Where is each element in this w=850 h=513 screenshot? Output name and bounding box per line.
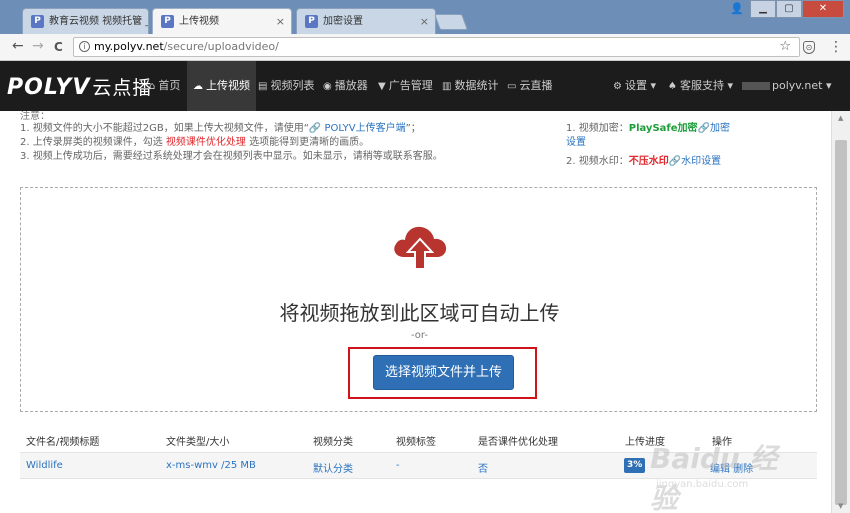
row-category[interactable]: 默认分类 <box>313 460 353 475</box>
url-host: my.polyv.net <box>94 40 164 53</box>
scroll-down-arrow-icon[interactable]: ▼ <box>838 502 843 510</box>
watermark-settings-link[interactable]: 🔗水印设置 <box>669 156 721 167</box>
extension-shield-icon[interactable]: ⊙ <box>803 41 815 54</box>
col-filetype: 文件类型/大小 <box>166 437 230 448</box>
bell-icon: ♠ <box>668 81 677 92</box>
filter-icon: ▼ <box>378 81 386 92</box>
page-scrollbar[interactable]: ▲ ▼ <box>831 111 850 513</box>
note-line-3: 3. 视频上传成功后，需要经过系统处理才会在视频列表中显示。如未显示，请稍等或联… <box>20 151 443 162</box>
nav-settings[interactable]: ⚙ 设置 ▾ <box>613 61 656 111</box>
col-tag: 视频标签 <box>396 437 436 448</box>
drop-zone-or: -or- <box>411 330 428 341</box>
minimize-button[interactable]: ▁ <box>750 0 776 18</box>
play-circle-icon: ◉ <box>323 81 332 92</box>
polyv-favicon-icon: P <box>161 15 174 28</box>
site-info-icon[interactable]: i <box>79 41 90 52</box>
polyv-favicon-icon: P <box>305 15 318 28</box>
polyv-favicon-icon: P <box>31 15 44 28</box>
note-line-1: 1. 视频文件的大小不能超过2GB，如果上传大视频文件，请使用“🔗 POLYV上… <box>20 123 421 134</box>
nav-account[interactable]: polyv.net ▾ <box>742 61 832 111</box>
nav-label: 首页 <box>158 79 181 92</box>
tab-close-icon[interactable]: × <box>420 9 429 34</box>
nav-label: 客服支持 ▾ <box>679 79 733 92</box>
user-profile-icon[interactable]: 👤 <box>728 0 746 18</box>
gear-icon: ⚙ <box>613 81 622 92</box>
main-content: 注意： 1. 视频文件的大小不能超过2GB，如果上传大视频文件，请使用“🔗 PO… <box>0 111 831 513</box>
nav-label: 设置 ▾ <box>624 79 656 92</box>
col-filename: 文件名/视频标题 <box>26 437 100 448</box>
tab-title: 加密设置 <box>323 16 363 27</box>
nav-home[interactable]: ⌂ 首页 <box>149 61 180 111</box>
nav-stats[interactable]: ▥ 数据统计 <box>442 61 498 111</box>
encryption-settings-link[interactable]: 🔗加密 <box>698 123 730 134</box>
tab-encryption-settings[interactable]: P 加密设置 × <box>296 8 436 34</box>
logo-cn-text: 云点播 <box>92 77 153 99</box>
account-name-blur <box>742 82 770 90</box>
scrollbar-thumb[interactable] <box>835 140 847 505</box>
row-tag[interactable]: - <box>396 460 400 471</box>
tab-close-icon[interactable]: × <box>276 9 285 34</box>
watermark-small: jingyan.baidu.com <box>656 479 749 490</box>
logo-text: POLYV <box>7 75 91 100</box>
watermark-big: Baidu 经验 <box>650 442 778 513</box>
nav-label: 视频列表 <box>270 79 315 92</box>
browser-toolbar: ← → C i my.polyv.net/secure/uploadvideo/… <box>0 34 850 61</box>
forward-arrow-icon[interactable]: → <box>32 38 44 54</box>
nav-player[interactable]: ◉ 播放器 <box>323 61 368 111</box>
site-navbar: POLYV 云点播 ⌂ 首页 ☁ 上传视频 ▤ 视频列表 ◉ 播放器 ▼ 广告管理 ▥ 数据统… <box>0 61 850 111</box>
bookmark-star-icon[interactable]: ☆ <box>779 38 791 56</box>
home-icon: ⌂ <box>149 81 156 92</box>
close-window-button[interactable]: ✕ <box>802 0 844 18</box>
back-arrow-icon[interactable]: ← <box>12 38 24 54</box>
tab-polyv-home[interactable]: P 教育云视频 视频托管 _ 优 × <box>22 8 149 34</box>
tab-close-icon[interactable]: × <box>133 9 142 34</box>
col-optimize: 是否课件优化处理 <box>478 437 558 448</box>
tab-upload-video[interactable]: P 上传视频 × <box>152 8 292 35</box>
url-path: /secure/uploadvideo/ <box>163 40 279 53</box>
nav-label: 云直播 <box>519 79 553 92</box>
nav-label: 上传视频 <box>206 79 250 92</box>
row-filename[interactable]: Wildlife <box>26 460 63 471</box>
drop-zone[interactable]: 将视频拖放到此区域可自动上传 -or- 选择视频文件并上传 <box>20 187 817 412</box>
nav-upload-video[interactable]: ☁ 上传视频 <box>187 61 256 111</box>
browser-menu-icon[interactable]: ⋮ <box>829 39 843 55</box>
window-controls: 👤 ▁ ▢ ✕ <box>728 0 844 20</box>
encryption-setting: 1. 视频加密：PlaySafe加密🔗加密 <box>566 123 730 134</box>
address-bar[interactable]: i my.polyv.net/secure/uploadvideo/ ☆ <box>73 37 800 57</box>
cloud-upload-icon: ☁ <box>193 81 203 92</box>
maximize-button[interactable]: ▢ <box>776 0 802 18</box>
new-tab-button[interactable] <box>434 14 468 30</box>
cloud-upload-icon <box>394 226 447 270</box>
drop-zone-title: 将视频拖放到此区域可自动上传 <box>279 301 560 325</box>
nav-live[interactable]: ▭ 云直播 <box>507 61 552 111</box>
film-icon: ▤ <box>258 81 268 92</box>
upload-progress-badge: 3% <box>624 458 646 473</box>
nav-support[interactable]: ♠ 客服支持 ▾ <box>668 61 733 111</box>
tab-title: 上传视频 <box>179 16 219 27</box>
encryption-settings-link-cont[interactable]: 设置 <box>566 133 586 148</box>
account-label: polyv.net ▾ <box>772 79 832 92</box>
nav-ads[interactable]: ▼ 广告管理 <box>378 61 433 111</box>
nav-label: 数据统计 <box>454 79 499 92</box>
watermark-setting: 2. 视频水印：不压水印🔗水印设置 <box>566 156 722 167</box>
nav-label: 广告管理 <box>388 79 433 92</box>
polyv-logo[interactable]: POLYV 云点播 <box>7 73 152 100</box>
nav-video-list[interactable]: ▤ 视频列表 <box>258 61 314 111</box>
video-camera-icon: ▭ <box>507 81 517 92</box>
nav-label: 播放器 <box>334 79 368 92</box>
note-line-2: 2. 上传录屏类的视频课件，勾选 视频课件优化处理 选项能得到更清晰的画质。 <box>20 137 370 148</box>
reload-icon[interactable]: C <box>54 40 63 54</box>
row-filetype: x-ms-wmv /25 MB <box>166 460 256 471</box>
baidu-watermark: Baidu 经验 jingyan.baidu.com <box>650 429 800 513</box>
bar-chart-icon: ▥ <box>442 81 452 92</box>
scroll-up-arrow-icon[interactable]: ▲ <box>838 114 843 122</box>
select-video-file-button[interactable]: 选择视频文件并上传 <box>373 355 514 390</box>
col-category: 视频分类 <box>313 437 353 448</box>
row-optimize[interactable]: 否 <box>478 460 488 475</box>
browser-tab-bar: P 教育云视频 视频托管 _ 优 × P 上传视频 × P 加密设置 × 👤 ▁… <box>0 0 850 35</box>
